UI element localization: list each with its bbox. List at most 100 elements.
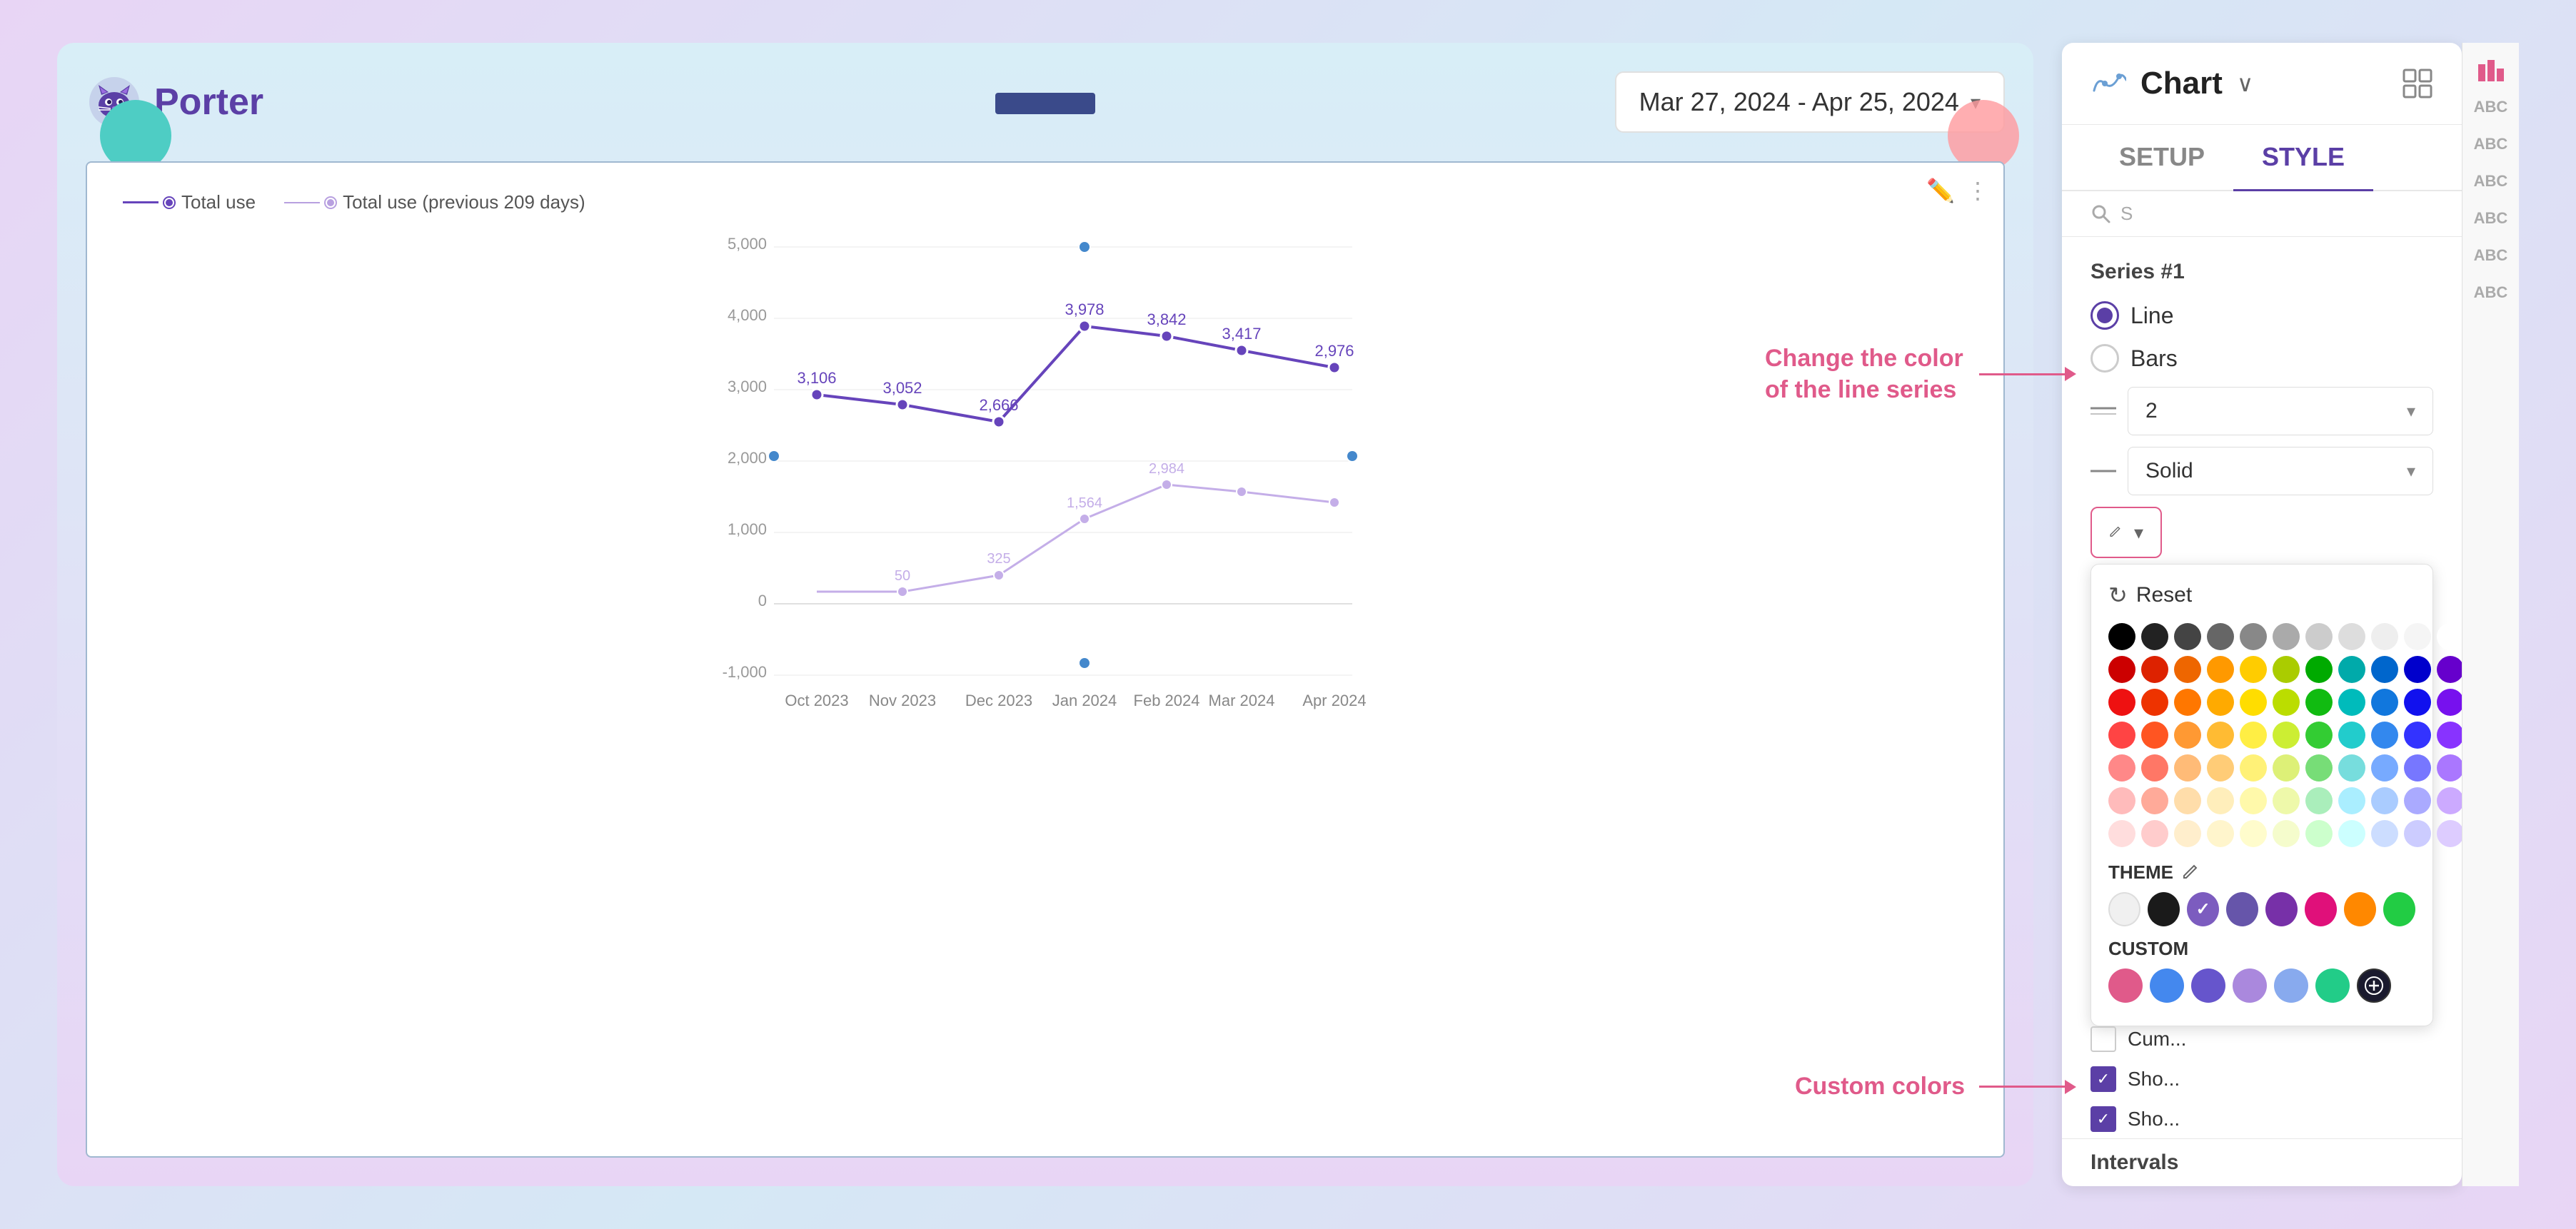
sidebar-bar-chart-icon[interactable] [2470, 57, 2512, 83]
color-swatch[interactable] [2404, 623, 2431, 650]
sidebar-abc-icon-5[interactable]: ABC [2470, 243, 2512, 268]
color-swatch[interactable] [2240, 623, 2267, 650]
color-swatch[interactable] [2207, 820, 2234, 847]
radio-line[interactable]: Line [2091, 301, 2433, 330]
color-swatch[interactable] [2108, 754, 2135, 782]
radio-bars[interactable]: Bars [2091, 344, 2433, 373]
color-swatch[interactable] [2371, 623, 2398, 650]
sidebar-abc-icon-1[interactable]: ABC [2470, 94, 2512, 120]
color-swatch[interactable] [2108, 656, 2135, 683]
color-swatch[interactable] [2141, 623, 2168, 650]
color-swatch[interactable] [2437, 820, 2462, 847]
sidebar-abc-icon-6[interactable]: ABC [2470, 280, 2512, 305]
color-swatch[interactable] [2338, 623, 2365, 650]
date-picker[interactable]: Mar 27, 2024 - Apr 25, 2024 ▾ [1615, 71, 2005, 133]
color-swatch[interactable] [2437, 623, 2462, 650]
color-swatch[interactable] [2371, 722, 2398, 749]
color-swatch[interactable] [2174, 656, 2201, 683]
chart-title-dropdown-icon[interactable]: ∨ [2237, 70, 2253, 97]
color-swatch[interactable] [2207, 656, 2234, 683]
theme-color-swatch[interactable] [2108, 892, 2140, 926]
color-swatch[interactable] [2207, 722, 2234, 749]
grid-view-icon[interactable] [2402, 68, 2433, 99]
color-swatch[interactable] [2141, 722, 2168, 749]
color-swatch[interactable] [2240, 754, 2267, 782]
color-swatch[interactable] [2207, 623, 2234, 650]
color-swatch[interactable] [2305, 754, 2333, 782]
color-swatch[interactable] [2108, 787, 2135, 814]
color-swatch[interactable] [2338, 689, 2365, 716]
chart-edit-icon[interactable]: ✏️ [1926, 177, 1955, 204]
theme-color-swatch[interactable] [2265, 892, 2298, 926]
checkbox-row-show1[interactable]: ✓Sho... [2091, 1066, 2433, 1092]
color-picker-button[interactable]: ▾ [2091, 507, 2162, 558]
theme-color-swatch[interactable] [2226, 892, 2258, 926]
color-swatch[interactable] [2174, 623, 2201, 650]
tab-style[interactable]: STYLE [2233, 125, 2373, 191]
color-swatch[interactable] [2305, 623, 2333, 650]
chart-more-icon[interactable]: ⋮ [1966, 177, 1989, 204]
color-swatch[interactable] [2240, 722, 2267, 749]
color-swatch[interactable] [2338, 656, 2365, 683]
color-swatch[interactable] [2371, 754, 2398, 782]
color-swatch[interactable] [2240, 656, 2267, 683]
color-swatch[interactable] [2273, 820, 2300, 847]
theme-edit-icon[interactable] [2182, 864, 2200, 882]
color-swatch[interactable] [2371, 787, 2398, 814]
color-swatch[interactable] [2240, 787, 2267, 814]
color-swatch[interactable] [2305, 820, 2333, 847]
color-swatch[interactable] [2240, 820, 2267, 847]
color-swatch[interactable] [2371, 656, 2398, 683]
color-swatch[interactable] [2174, 820, 2201, 847]
color-swatch[interactable] [2141, 689, 2168, 716]
color-swatch[interactable] [2437, 689, 2462, 716]
theme-color-swatch[interactable] [2187, 892, 2219, 926]
color-swatch[interactable] [2404, 787, 2431, 814]
line-style-dropdown[interactable]: Solid ▾ [2128, 447, 2433, 495]
color-swatch[interactable] [2141, 656, 2168, 683]
checkbox-row-cumulative[interactable]: Cum... [2091, 1026, 2433, 1052]
tab-setup[interactable]: SETUP [2091, 125, 2233, 191]
color-swatch[interactable] [2404, 820, 2431, 847]
color-swatch[interactable] [2108, 722, 2135, 749]
custom-color-swatch[interactable] [2108, 968, 2143, 1003]
color-swatch[interactable] [2305, 689, 2333, 716]
theme-color-swatch[interactable] [2383, 892, 2415, 926]
color-swatch[interactable] [2404, 754, 2431, 782]
custom-color-swatch[interactable] [2274, 968, 2308, 1003]
color-swatch[interactable] [2338, 722, 2365, 749]
color-swatch[interactable] [2371, 820, 2398, 847]
color-swatch[interactable] [2141, 754, 2168, 782]
color-swatch[interactable] [2371, 689, 2398, 716]
color-swatch[interactable] [2273, 689, 2300, 716]
color-swatch[interactable] [2404, 689, 2431, 716]
thickness-dropdown[interactable]: 2 ▾ [2128, 387, 2433, 435]
custom-color-swatch[interactable] [2233, 968, 2267, 1003]
color-swatch[interactable] [2273, 722, 2300, 749]
color-swatch[interactable] [2174, 722, 2201, 749]
color-swatch[interactable] [2207, 754, 2234, 782]
color-swatch[interactable] [2404, 722, 2431, 749]
color-swatch[interactable] [2174, 689, 2201, 716]
custom-color-swatch[interactable] [2150, 968, 2184, 1003]
color-swatch[interactable] [2207, 787, 2234, 814]
color-swatch[interactable] [2437, 787, 2462, 814]
color-swatch[interactable] [2338, 754, 2365, 782]
color-swatch[interactable] [2174, 754, 2201, 782]
color-swatch[interactable] [2338, 787, 2365, 814]
color-swatch[interactable] [2273, 754, 2300, 782]
color-swatch[interactable] [2437, 656, 2462, 683]
checkbox-row-show2[interactable]: ✓Sho... [2091, 1106, 2433, 1132]
color-swatch[interactable] [2305, 787, 2333, 814]
color-swatch[interactable] [2207, 689, 2234, 716]
theme-color-swatch[interactable] [2148, 892, 2180, 926]
color-swatch[interactable] [2273, 623, 2300, 650]
color-swatch[interactable] [2108, 820, 2135, 847]
color-swatch[interactable] [2437, 754, 2462, 782]
theme-color-swatch[interactable] [2344, 892, 2376, 926]
custom-color-swatch[interactable] [2191, 968, 2225, 1003]
reset-row[interactable]: ↺ Reset [2108, 582, 2415, 609]
color-swatch[interactable] [2273, 656, 2300, 683]
color-swatch[interactable] [2174, 787, 2201, 814]
color-swatch[interactable] [2108, 623, 2135, 650]
